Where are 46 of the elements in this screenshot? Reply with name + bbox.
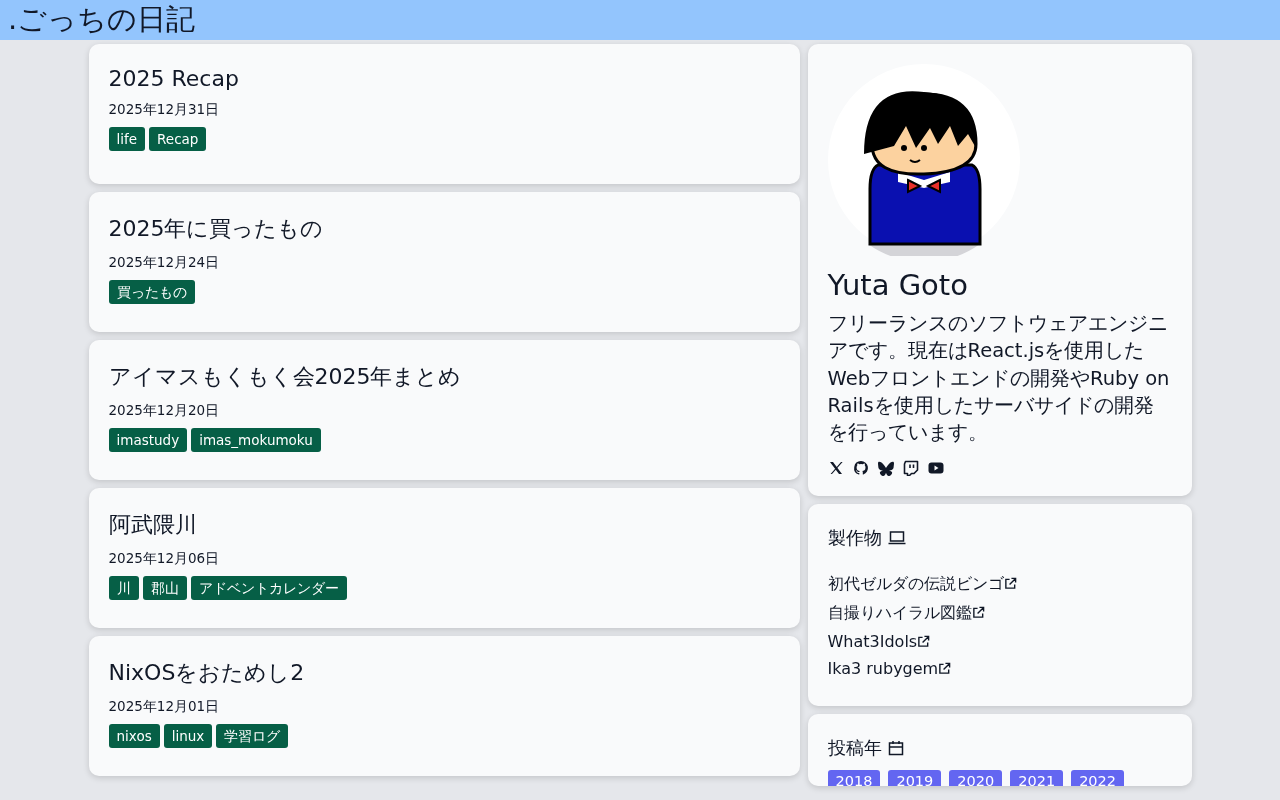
external-link[interactable]: Ika3 rubygem [827, 659, 952, 679]
external-link[interactable]: 初代ゼルダの伝説ビンゴ [827, 574, 1017, 596]
section-title: 製作物 [827, 526, 882, 551]
tag-link[interactable]: linux [163, 724, 213, 748]
profile-name: Yuta Goto [827, 268, 968, 302]
external-link-icon [917, 635, 931, 649]
year-link[interactable]: 2020 [949, 770, 1003, 787]
tag-link[interactable]: アドベントカレンダー [190, 576, 347, 600]
post-date: 2025年12月01日 [108, 698, 220, 716]
post-date: 2025年12月31日 [108, 101, 220, 119]
post-title[interactable]: 阿武隈川 [108, 510, 197, 540]
external-link-icon [1003, 577, 1017, 591]
external-link-icon [971, 606, 985, 620]
post-date: 2025年12月20日 [108, 402, 220, 420]
post-date: 2025年12月24日 [108, 254, 220, 272]
tag-link[interactable]: imastudy [108, 428, 188, 452]
section-title: 投稿年 [827, 736, 882, 761]
butterfly-icon[interactable] [877, 460, 894, 477]
post-title[interactable]: 2025 Recap [108, 66, 239, 91]
post-title[interactable]: 2025年に買ったもの [108, 214, 324, 244]
year-link[interactable]: 2019 [888, 770, 942, 787]
tag-link[interactable]: 川 [108, 576, 139, 600]
site-title[interactable]: .ごっちの日記 [8, 0, 196, 38]
x-logo-icon[interactable] [827, 460, 844, 477]
post-title[interactable]: アイマスもくもく会2025年まとめ [108, 362, 462, 392]
external-link[interactable]: What3Idols [827, 632, 931, 652]
calendar-icon [887, 740, 904, 757]
year-link[interactable]: 2021 [1010, 770, 1064, 787]
tag-link[interactable]: Recap [149, 127, 207, 151]
profile-bio: フリーランスのソフトウェアエンジニアです。現在はReact.jsを使用したWebフロントエンドの開発やRuby on Railsを使用したサーバサイドの開発を行っています。 [827, 311, 1171, 447]
github-icon[interactable] [852, 460, 869, 477]
external-link[interactable]: 自撮りハイラル図鑑 [827, 603, 985, 625]
external-link-icon [938, 662, 952, 676]
laptop-icon [887, 531, 906, 546]
tag-link[interactable]: 学習ログ [216, 724, 289, 748]
tag-link[interactable]: 郡山 [142, 576, 187, 600]
tag-link[interactable]: life [108, 127, 146, 151]
tag-link[interactable]: nixos [108, 724, 160, 748]
year-link[interactable]: 2018 [827, 770, 881, 787]
tag-link[interactable]: 買ったもの [108, 280, 195, 304]
chat-bubble-icon[interactable] [902, 460, 919, 477]
year-link[interactable]: 2022 [1071, 770, 1125, 787]
tag-link[interactable]: imas_mokumoku [191, 428, 321, 452]
post-date: 2025年12月06日 [108, 550, 220, 568]
post-title[interactable]: NixOSをおためし2 [108, 658, 305, 688]
play-button-icon[interactable] [927, 460, 944, 477]
